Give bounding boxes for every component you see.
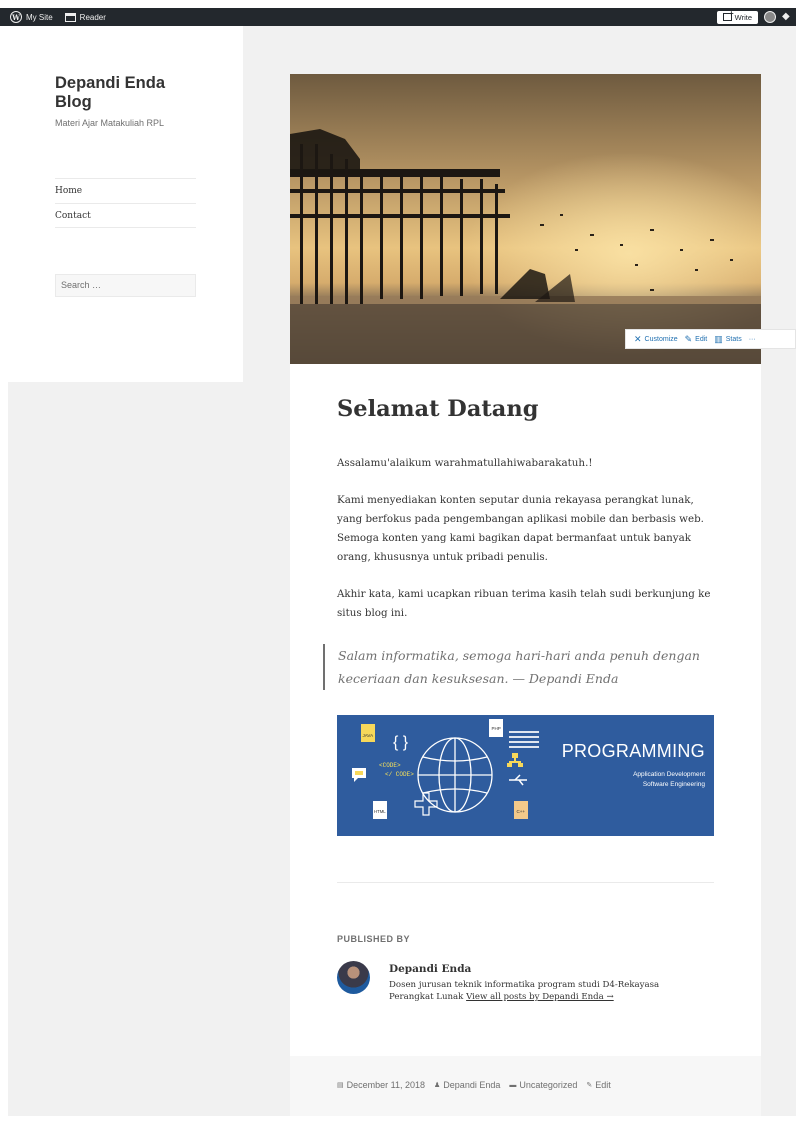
post-paragraph: Assalamu'alaikum warahmatullahiwabarakat… bbox=[337, 457, 593, 469]
stats-icon: ▥ bbox=[714, 333, 723, 344]
person-icon: ♟ bbox=[434, 1082, 441, 1089]
pencil-icon: ✎ bbox=[684, 333, 693, 344]
stats-label: Stats bbox=[725, 335, 742, 343]
folder-icon: ▬ bbox=[509, 1081, 517, 1089]
edit-button[interactable]: ✎ Edit bbox=[685, 334, 708, 345]
post-content: Assalamu'alaikum warahmatullahiwabarakat… bbox=[337, 454, 717, 641]
banner-subtitle-line: Application Development bbox=[633, 771, 705, 778]
stats-button[interactable]: ▥ Stats bbox=[714, 334, 741, 345]
tools-icon: ✕ bbox=[634, 333, 642, 344]
nav-item-home[interactable]: Home bbox=[55, 179, 196, 204]
code-open-label: <CODE> bbox=[379, 762, 401, 769]
user-avatar[interactable] bbox=[764, 11, 776, 23]
view-all-posts-link[interactable]: View all posts by Depandi Enda → bbox=[466, 992, 614, 1002]
my-site-label: My Site bbox=[26, 12, 53, 22]
edit-label: Edit bbox=[695, 335, 708, 343]
write-icon bbox=[722, 9, 734, 21]
java-file-label: JAVA bbox=[363, 733, 374, 738]
sidebar: Depandi Enda Blog Materi Ajar Matakuliah… bbox=[8, 26, 243, 382]
customize-label: Customize bbox=[644, 335, 678, 343]
my-site-link[interactable]: W My Site bbox=[6, 8, 57, 26]
write-button[interactable]: Write bbox=[716, 9, 758, 24]
calendar-icon: ▤ bbox=[337, 1082, 344, 1089]
admin-bar: W My Site Reader Write ◆ bbox=[0, 8, 796, 26]
reader-label: Reader bbox=[79, 12, 106, 22]
code-close-label: </ CODE> bbox=[385, 771, 414, 778]
author-bio: Dosen jurusan teknik informatika program… bbox=[389, 979, 689, 1003]
php-file-label: PHP bbox=[492, 726, 501, 731]
post-date[interactable]: ▤ December 11, 2018 bbox=[337, 1080, 425, 1090]
banner-title: PROGRAMMING bbox=[561, 741, 705, 761]
search-input[interactable]: Search … bbox=[55, 274, 196, 297]
post-author[interactable]: ♟ Depandi Enda bbox=[434, 1080, 500, 1090]
more-button[interactable]: ··· bbox=[749, 336, 756, 343]
wordpress-logo-icon: W bbox=[10, 11, 22, 23]
post-paragraph: Akhir kata, kami ucapkan ribuan terima k… bbox=[337, 588, 711, 619]
entry-meta: ▤ December 11, 2018 ♟ Depandi Enda ▬ Unc… bbox=[337, 1080, 611, 1090]
post-action-toolbar: ✕ Customize ✎ Edit ▥ Stats ··· bbox=[625, 329, 796, 349]
programming-banner-image: JAVA PHP HTML C++ { } <CODE> </ CODE> PR… bbox=[337, 715, 714, 836]
main-navigation: Home Contact bbox=[55, 178, 196, 228]
post-paragraph: Kami menyediakan konten seputar dunia re… bbox=[337, 494, 704, 563]
pier-sunset-image bbox=[290, 74, 761, 364]
post-date-text: December 11, 2018 bbox=[346, 1080, 426, 1090]
published-by-label: PUBLISHED BY bbox=[337, 934, 411, 944]
featured-image bbox=[290, 74, 761, 364]
site-title[interactable]: Depandi Enda Blog bbox=[55, 74, 205, 112]
post-quote: Salam informatika, semoga hari-hari anda… bbox=[323, 644, 723, 690]
reader-icon bbox=[64, 12, 76, 22]
banner-subtitle-line: Software Engineering bbox=[642, 781, 705, 788]
reader-link[interactable]: Reader bbox=[61, 8, 110, 26]
site-description: Materi Ajar Matakuliah RPL bbox=[55, 118, 165, 128]
divider bbox=[337, 882, 714, 883]
notifications-icon[interactable]: ◆ bbox=[782, 12, 792, 22]
post-edit-text: Edit bbox=[595, 1080, 611, 1090]
nav-item-contact[interactable]: Contact bbox=[55, 204, 196, 228]
author-avatar[interactable] bbox=[337, 961, 370, 994]
customize-button[interactable]: ✕ Customize bbox=[634, 334, 678, 345]
post-category[interactable]: ▬ Uncategorized bbox=[509, 1080, 577, 1090]
post-edit[interactable]: ✎ Edit bbox=[586, 1080, 610, 1090]
post-footer: ▤ December 11, 2018 ♟ Depandi Enda ▬ Unc… bbox=[290, 1056, 761, 1116]
pencil-icon: ✎ bbox=[586, 1082, 593, 1089]
post-category-text: Uncategorized bbox=[519, 1080, 578, 1090]
post-author-text: Depandi Enda bbox=[443, 1080, 501, 1090]
post-article: Selamat Datang Assalamu'alaikum warahmat… bbox=[290, 74, 761, 1116]
html-file-label: HTML bbox=[374, 809, 386, 814]
author-name: Depandi Enda bbox=[389, 963, 472, 975]
banner-subtitle: Application Development Software Enginee… bbox=[633, 770, 705, 790]
write-label: Write bbox=[734, 12, 752, 22]
cpp-file-label: C++ bbox=[517, 809, 526, 814]
braces-label: { } bbox=[393, 734, 409, 751]
page: Depandi Enda Blog Materi Ajar Matakuliah… bbox=[8, 26, 796, 1116]
post-title: Selamat Datang bbox=[337, 396, 539, 422]
